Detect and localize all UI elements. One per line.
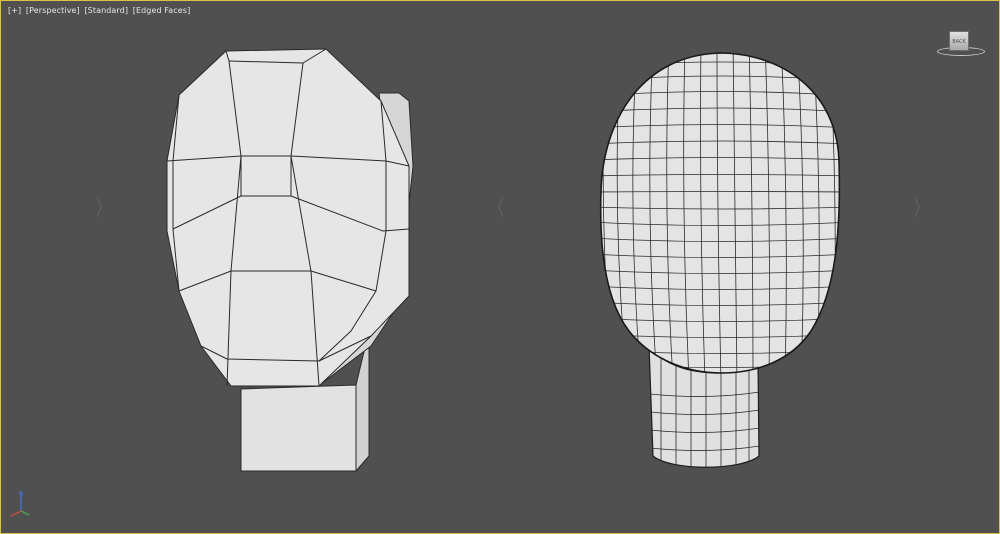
scene-canvas[interactable] [1,1,999,533]
perspective-viewport[interactable]: [+] [Perspective] [Standard] [Edged Face… [0,0,1000,534]
viewcube[interactable]: BACK [937,27,987,59]
subdivided-head-mesh[interactable] [591,41,851,471]
viewcube-back-face[interactable]: BACK [949,31,969,51]
axis-tripod-icon [10,490,30,517]
low-poly-head-mesh[interactable] [166,48,414,472]
